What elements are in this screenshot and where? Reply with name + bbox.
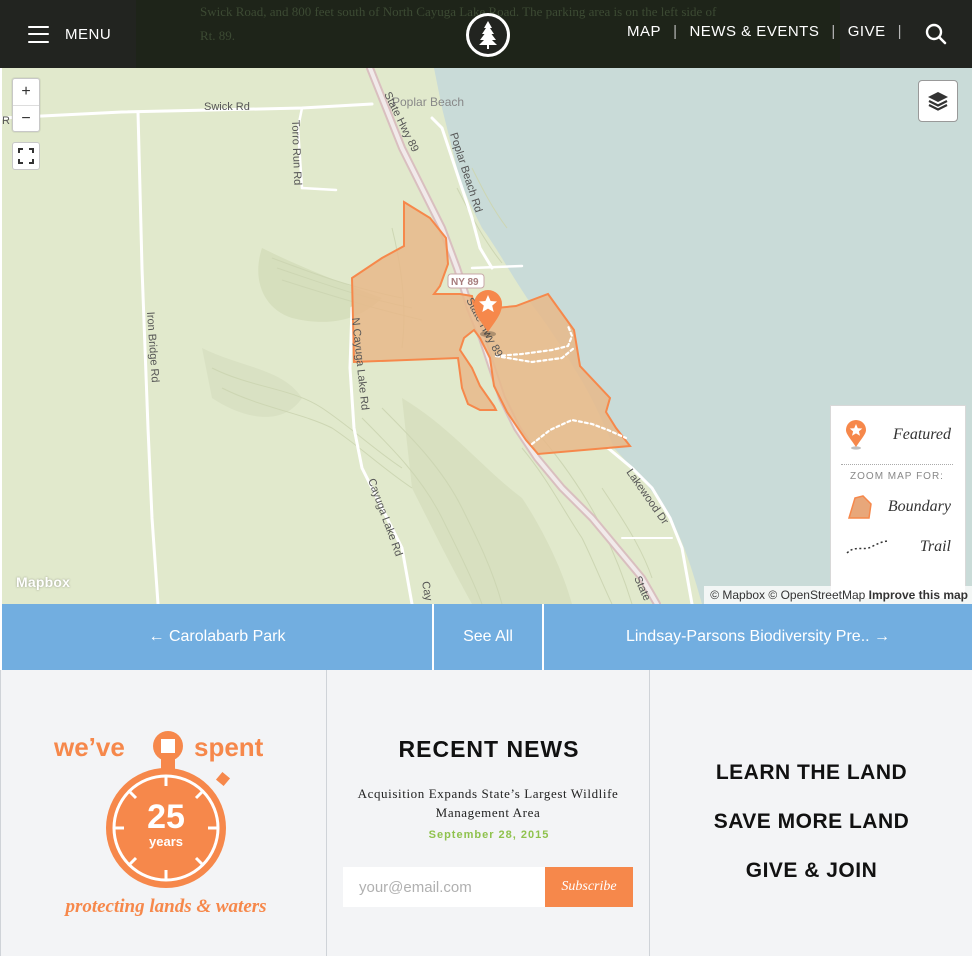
nav-separator: | [673,23,678,40]
zoom-control: + − [12,78,40,132]
menu-label: MENU [65,25,112,43]
label-cayuga-fragment: Cay [419,580,434,602]
nav-news-events[interactable]: NEWS & EVENTS [689,23,819,40]
legend-featured[interactable]: Featured [831,418,967,452]
label-poplar-beach: Poplar Beach [392,95,464,109]
hamburger-icon [28,25,49,43]
nav-separator: | [897,23,902,40]
attribution-mapbox[interactable]: © Mapbox [710,588,765,602]
property-map[interactable]: Swick Rd Poplar Beach R Poplar Beach Rd … [2,68,972,604]
column-divider [0,670,1,956]
email-field[interactable] [343,867,545,907]
badge-number: 25 [147,798,185,836]
legend-zoom-for: ZOOM MAP FOR: [841,464,953,482]
route-shield-label: NY 89 [451,277,479,288]
subscribe-button[interactable]: Subscribe [545,867,633,907]
map-attribution: © Mapbox © OpenStreetMap Improve this ma… [704,586,972,604]
fullscreen-button[interactable] [12,142,40,170]
label-swick-rd: Swick Rd [204,101,250,113]
trail-line-icon [846,540,890,554]
property-pager: ← Carolabarb Park See All Lindsay-Parson… [2,604,972,670]
top-navigation-bar: Swick Road, and 800 feet south of North … [0,0,972,68]
legend-trail-label: Trail [919,538,951,555]
previous-property-link[interactable]: ← Carolabarb Park [2,604,432,670]
zoom-in-button[interactable]: + [13,79,39,105]
column-divider [326,670,327,956]
learn-the-land-link[interactable]: LEARN THE LAND [651,761,972,785]
next-property-link[interactable]: Lindsay-Parsons Biodiversity Pre.. → [544,604,972,670]
nav-separator: | [831,23,836,40]
see-all-link[interactable]: See All [434,604,542,670]
news-headline-link[interactable]: Acquisition Expands State’s Largest Wild… [346,784,630,822]
attribution-osm[interactable]: © OpenStreetMap [768,588,865,602]
badge-tagline: protecting lands & waters [63,896,266,917]
improve-map-link[interactable]: Improve this map [869,588,968,602]
label-cayuga-lake-rd: Cayuga Lake Rd [365,477,404,558]
badge-text-left: we’ve [53,732,125,762]
label-state-hwy-89-c: State [631,574,652,602]
tree-logo-icon [469,16,507,54]
site-logo[interactable] [466,13,510,57]
legend-boundary[interactable]: Boundary [831,490,967,524]
legend-trail[interactable]: Trail [831,530,967,564]
label-edge-r: R [2,115,10,127]
featured-pin-icon [846,420,866,450]
map-legend: Featured ZOOM MAP FOR: Boundary Trail [830,405,966,599]
recent-news-heading: RECENT NEWS [398,736,580,762]
nav-map[interactable]: MAP [627,23,661,40]
menu-button[interactable]: MENU [28,20,111,48]
give-and-join-link[interactable]: GIVE & JOIN [651,859,972,883]
legend-boundary-label: Boundary [887,498,951,515]
boundary-shape-icon [847,495,872,519]
mapbox-logo[interactable]: Mapbox [16,574,70,590]
badge-unit: years [149,834,183,849]
label-torro-run-rd: Torro Run Rd [289,120,303,186]
column-divider [649,670,650,956]
layers-icon [928,92,948,111]
save-more-land-link[interactable]: SAVE MORE LAND [651,810,972,834]
nav-give[interactable]: GIVE [848,23,886,40]
fullscreen-icon [18,148,34,164]
layers-button[interactable] [918,80,958,122]
legend-featured-label: Featured [892,426,951,443]
main-nav: MAP | NEWS & EVENTS | GIVE | [627,23,914,40]
map-canvas[interactable]: Swick Rd Poplar Beach R Poplar Beach Rd … [2,68,972,604]
zoom-out-button[interactable]: − [13,105,39,131]
anniversary-badge: we’ve spent 25 years protecting lands & … [53,731,267,917]
news-date: September 28, 2015 [428,829,550,841]
badge-text-right: spent [194,732,264,762]
search-icon[interactable] [924,22,948,46]
